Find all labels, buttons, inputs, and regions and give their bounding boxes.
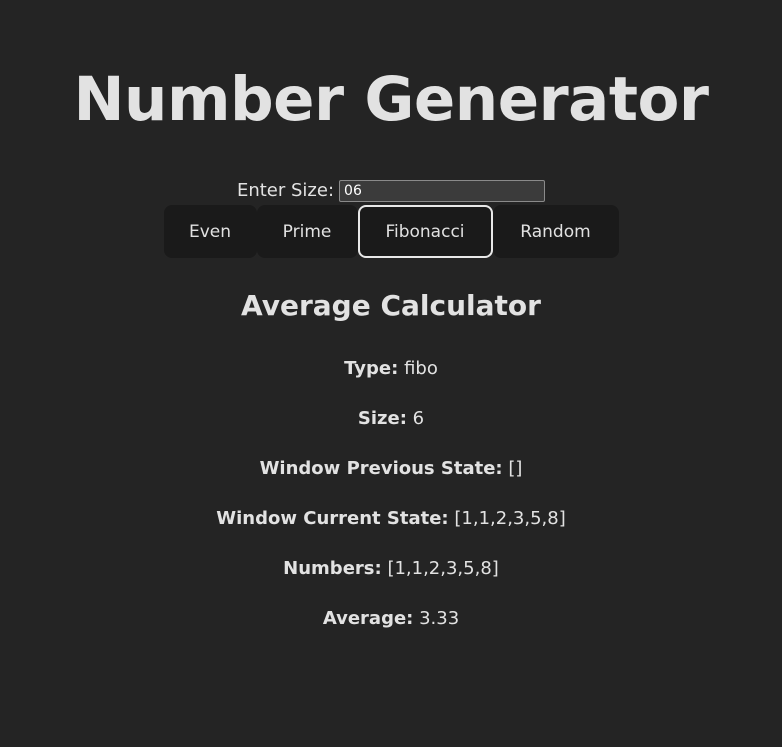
numbers-line: Numbers: [1,1,2,3,5,8] bbox=[0, 557, 782, 581]
type-line: Type: fibo bbox=[0, 357, 782, 381]
average-label: Average: bbox=[322, 608, 414, 629]
average-line: Average: 3.33 bbox=[0, 607, 782, 631]
size-info-value: 6 bbox=[412, 408, 425, 429]
type-button-group: Even Prime Fibonacci Random bbox=[0, 205, 782, 258]
size-input[interactable] bbox=[339, 180, 546, 202]
size-line: Size: 6 bbox=[0, 407, 782, 431]
window-current-state-label: Window Current State: bbox=[216, 508, 449, 529]
numbers-value: [1,1,2,3,5,8] bbox=[387, 558, 499, 579]
random-button[interactable]: Random bbox=[492, 205, 619, 258]
average-calculator-title: Average Calculator bbox=[241, 289, 541, 322]
window-current-state-line: Window Current State: [1,1,2,3,5,8] bbox=[0, 507, 782, 531]
average-value: 3.33 bbox=[419, 608, 460, 629]
size-input-row: Enter Size: bbox=[0, 178, 782, 204]
app-root: Number Generator Enter Size: Even Prime … bbox=[0, 0, 782, 747]
window-current-state-value: [1,1,2,3,5,8] bbox=[454, 508, 566, 529]
fibonacci-button[interactable]: Fibonacci bbox=[357, 205, 493, 258]
size-info-label: Size: bbox=[357, 408, 407, 429]
window-previous-state-label: Window Previous State: bbox=[259, 458, 503, 479]
size-label: Enter Size: bbox=[236, 180, 335, 201]
page-title: Number Generator bbox=[73, 64, 709, 135]
type-value: fibo bbox=[404, 358, 438, 379]
average-calculator-heading-wrap: Average Calculator bbox=[0, 286, 782, 326]
prime-button[interactable]: Prime bbox=[256, 205, 358, 258]
even-button[interactable]: Even bbox=[163, 205, 257, 258]
numbers-label: Numbers: bbox=[283, 558, 382, 579]
type-label: Type: bbox=[344, 358, 399, 379]
window-previous-state-line: Window Previous State: [] bbox=[0, 457, 782, 481]
window-previous-state-value: [] bbox=[508, 458, 523, 479]
